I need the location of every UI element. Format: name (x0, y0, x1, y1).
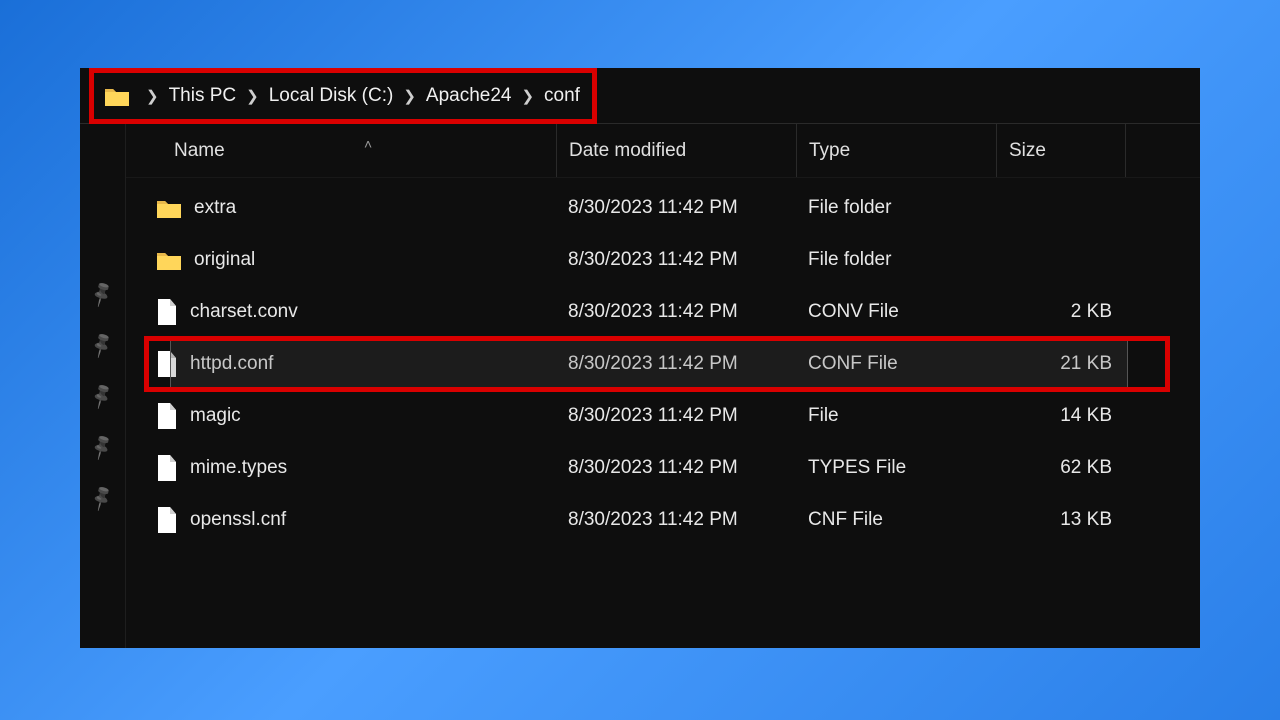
breadcrumb-segment[interactable]: Local Disk (C:) (269, 85, 394, 107)
address-bar: ❯ This PC ❯ Local Disk (C:) ❯ Apache24 ❯… (80, 68, 1200, 124)
file-type: TYPES File (796, 457, 996, 479)
file-size: 2 KB (996, 301, 1126, 323)
file-icon (156, 402, 178, 430)
file-name: magic (190, 405, 241, 427)
folder-icon (104, 85, 130, 107)
file-list-pane: Name ˄ Date modified Type Size extra 8/30… (126, 124, 1200, 648)
file-icon (156, 454, 178, 482)
chevron-right-icon: ❯ (146, 87, 159, 105)
column-header-label: Date modified (569, 140, 686, 162)
file-size: 14 KB (996, 405, 1126, 427)
file-row[interactable]: charset.conv 8/30/2023 11:42 PMCONV File2… (126, 286, 1200, 338)
column-header-date[interactable]: Date modified (556, 124, 796, 177)
column-header-label: Size (1009, 140, 1046, 162)
file-row[interactable]: extra 8/30/2023 11:42 PMFile folder (126, 182, 1200, 234)
row-selection (170, 340, 1128, 388)
breadcrumb-segment[interactable]: conf (544, 85, 580, 107)
column-header-size[interactable]: Size (996, 124, 1126, 177)
sort-ascending-icon: ˄ (364, 136, 372, 152)
chevron-right-icon: ❯ (521, 87, 534, 105)
file-name: mime.types (190, 457, 287, 479)
file-rows: extra8/30/2023 11:42 PMFile folderorigin… (126, 178, 1200, 648)
file-row[interactable]: mime.types 8/30/2023 11:42 PMTYPES File62… (126, 442, 1200, 494)
file-date: 8/30/2023 11:42 PM (556, 301, 796, 323)
file-type: CONV File (796, 301, 996, 323)
file-size: 62 KB (996, 457, 1126, 479)
file-date: 8/30/2023 11:42 PM (556, 509, 796, 531)
file-date: 8/30/2023 11:42 PM (556, 457, 796, 479)
chevron-right-icon: ❯ (246, 87, 259, 105)
file-row[interactable]: openssl.cnf 8/30/2023 11:42 PMCNF File13 … (126, 494, 1200, 546)
file-row[interactable]: magic 8/30/2023 11:42 PMFile14 KB (126, 390, 1200, 442)
file-row[interactable]: original 8/30/2023 11:42 PMFile folder (126, 234, 1200, 286)
pin-icon[interactable]: 📌 (88, 433, 118, 462)
folder-icon (156, 249, 182, 271)
pin-icon[interactable]: 📌 (88, 331, 118, 360)
breadcrumb-segment[interactable]: This PC (169, 85, 237, 107)
column-headers: Name ˄ Date modified Type Size (126, 124, 1200, 178)
column-header-type[interactable]: Type (796, 124, 996, 177)
column-header-label: Type (809, 140, 850, 162)
pin-icon[interactable]: 📌 (88, 280, 118, 309)
file-size: 13 KB (996, 509, 1126, 531)
file-name: charset.conv (190, 301, 298, 323)
breadcrumb-segment[interactable]: Apache24 (426, 85, 512, 107)
breadcrumb-highlight: ❯ This PC ❯ Local Disk (C:) ❯ Apache24 ❯… (89, 68, 597, 124)
file-date: 8/30/2023 11:42 PM (556, 405, 796, 427)
file-type: CNF File (796, 509, 996, 531)
file-date: 8/30/2023 11:42 PM (556, 197, 796, 219)
folder-icon (156, 197, 182, 219)
file-type: File folder (796, 197, 996, 219)
file-type: File folder (796, 249, 996, 271)
column-header-name[interactable]: Name ˄ (126, 140, 556, 162)
pin-icon[interactable]: 📌 (88, 382, 118, 411)
file-type: File (796, 405, 996, 427)
file-name: original (194, 249, 255, 271)
chevron-right-icon: ❯ (403, 87, 416, 105)
file-icon (156, 506, 178, 534)
file-icon (156, 298, 178, 326)
file-name: extra (194, 197, 236, 219)
column-header-label: Name (174, 140, 225, 161)
quick-access-sidebar: 📌 📌 📌 📌 📌 (80, 124, 126, 648)
file-date: 8/30/2023 11:42 PM (556, 249, 796, 271)
file-name: openssl.cnf (190, 509, 286, 531)
file-row[interactable]: httpd.conf8/30/2023 11:42 PMCONF File21 … (126, 338, 1200, 390)
pin-icon[interactable]: 📌 (88, 484, 118, 513)
explorer-body: 📌 📌 📌 📌 📌 Name ˄ Date modified Type Size ext… (80, 124, 1200, 648)
explorer-window: ❯ This PC ❯ Local Disk (C:) ❯ Apache24 ❯… (80, 68, 1200, 648)
